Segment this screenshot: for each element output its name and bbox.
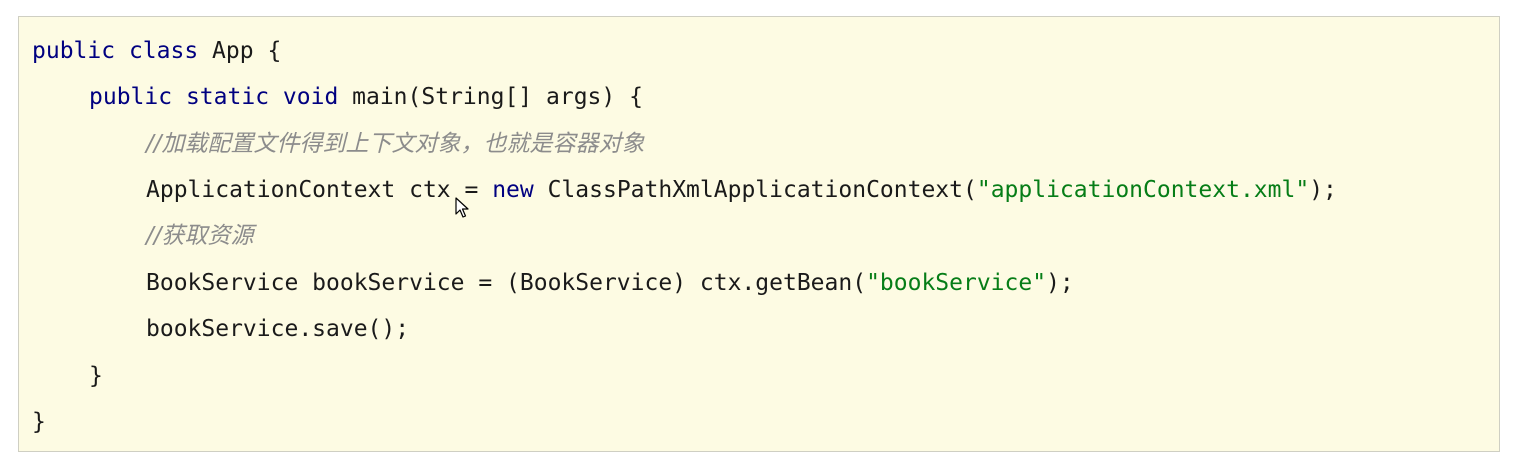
save-call: bookService.save();: [146, 316, 410, 342]
code-line-4: ApplicationContext ctx = new ClassPathXm…: [32, 173, 1337, 207]
method-close-brace: }: [89, 363, 103, 389]
statement-end: );: [1046, 270, 1074, 296]
code-line-7: bookService.save();: [32, 312, 409, 346]
code-line-1: public class App {: [32, 34, 281, 68]
keyword-class: class: [128, 38, 199, 64]
keyword-new: new: [492, 177, 534, 203]
mouse-pointer-icon: [455, 197, 469, 218]
string-config-file: "applicationContext.xml": [976, 177, 1310, 203]
constructor-call: ClassPathXmlApplicationContext(: [533, 177, 977, 203]
keyword-void: void: [282, 84, 339, 110]
get-bean-call: BookService bookService = (BookService) …: [146, 270, 867, 296]
code-line-3: //加载配置文件得到上下文对象，也就是容器对象: [32, 127, 645, 161]
code-line-8: }: [32, 359, 103, 393]
comment-load-config: //加载配置文件得到上下文对象，也就是容器对象: [146, 131, 645, 157]
method-signature: main(String[] args) {: [338, 84, 643, 110]
keyword-public: public: [32, 38, 116, 64]
code-line-2: public static void main(String[] args) {: [32, 80, 643, 114]
code-line-6: BookService bookService = (BookService) …: [32, 266, 1074, 300]
keyword-static: static: [185, 84, 270, 110]
class-close-brace: }: [32, 409, 46, 435]
statement-end: );: [1309, 177, 1337, 203]
keyword-public: public: [89, 84, 173, 110]
class-declaration: App {: [198, 38, 282, 64]
code-line-5: //获取资源: [32, 219, 254, 253]
code-line-9: }: [32, 405, 46, 439]
context-assignment: ApplicationContext ctx =: [146, 177, 493, 203]
string-bean-name: "bookService": [866, 270, 1047, 296]
comment-get-resource: //获取资源: [146, 223, 254, 249]
code-panel: public class App { public static void ma…: [18, 16, 1500, 452]
